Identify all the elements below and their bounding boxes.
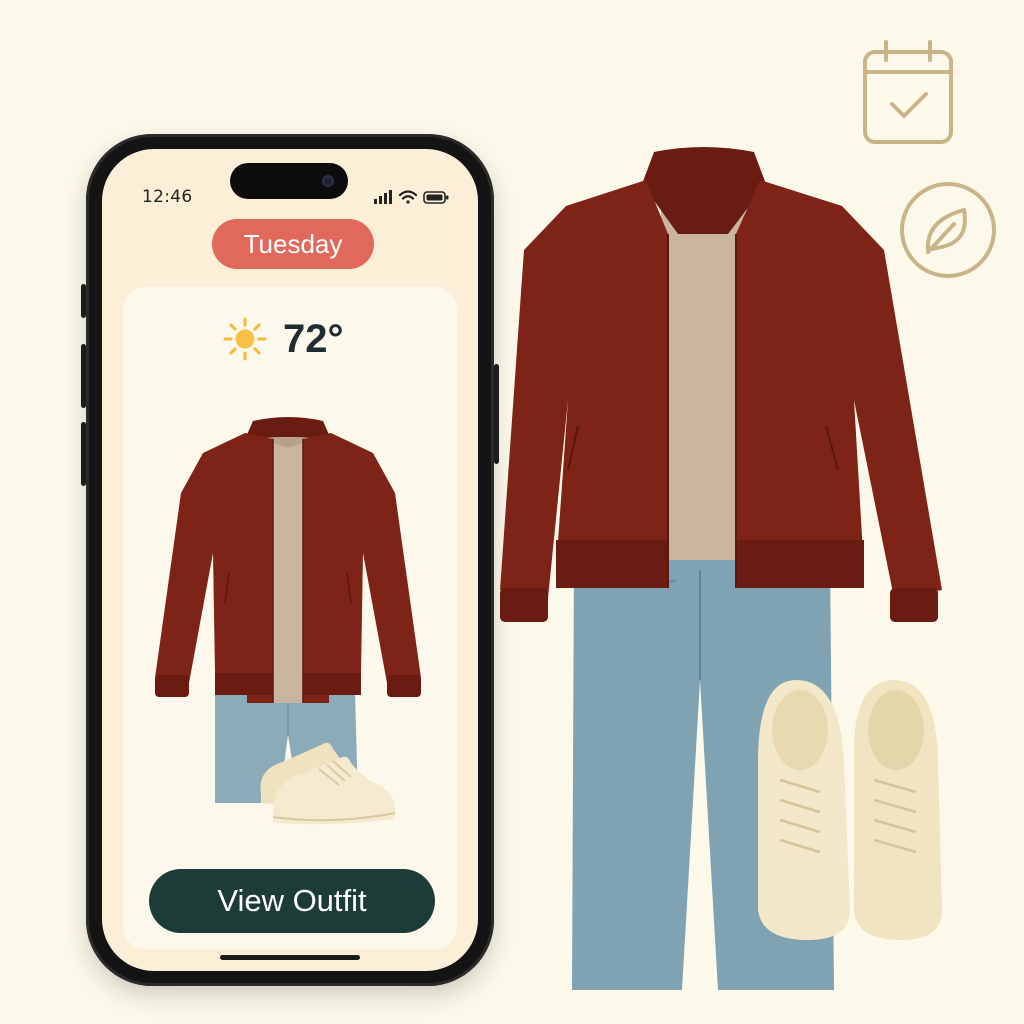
phone-action-button [81, 284, 86, 318]
outfit-flatlay-image [500, 147, 942, 990]
sun-icon [223, 317, 267, 361]
status-icons [374, 190, 449, 204]
home-indicator[interactable] [220, 955, 360, 960]
outfit-card: 72° [123, 287, 457, 949]
signal-icon [374, 190, 392, 204]
status-time: 12:46 [142, 187, 193, 207]
phone-mockup: 12:46 Tuesday 72° View Outfit [81, 134, 499, 986]
view-outfit-button[interactable]: View Outfit [149, 869, 435, 933]
calendar-check-icon[interactable] [860, 38, 956, 148]
phone-screen: 12:46 Tuesday 72° View Outfit [102, 149, 478, 971]
phone-volume-down-button [81, 422, 86, 486]
phone-volume-up-button [81, 344, 86, 408]
day-badge[interactable]: Tuesday [212, 219, 374, 269]
sneakers [758, 680, 942, 940]
front-camera [322, 175, 334, 187]
outfit-preview-image [155, 417, 421, 825]
temperature: 72° [283, 317, 344, 361]
wifi-icon [398, 190, 418, 204]
dynamic-island [230, 163, 348, 199]
battery-icon [423, 191, 449, 204]
